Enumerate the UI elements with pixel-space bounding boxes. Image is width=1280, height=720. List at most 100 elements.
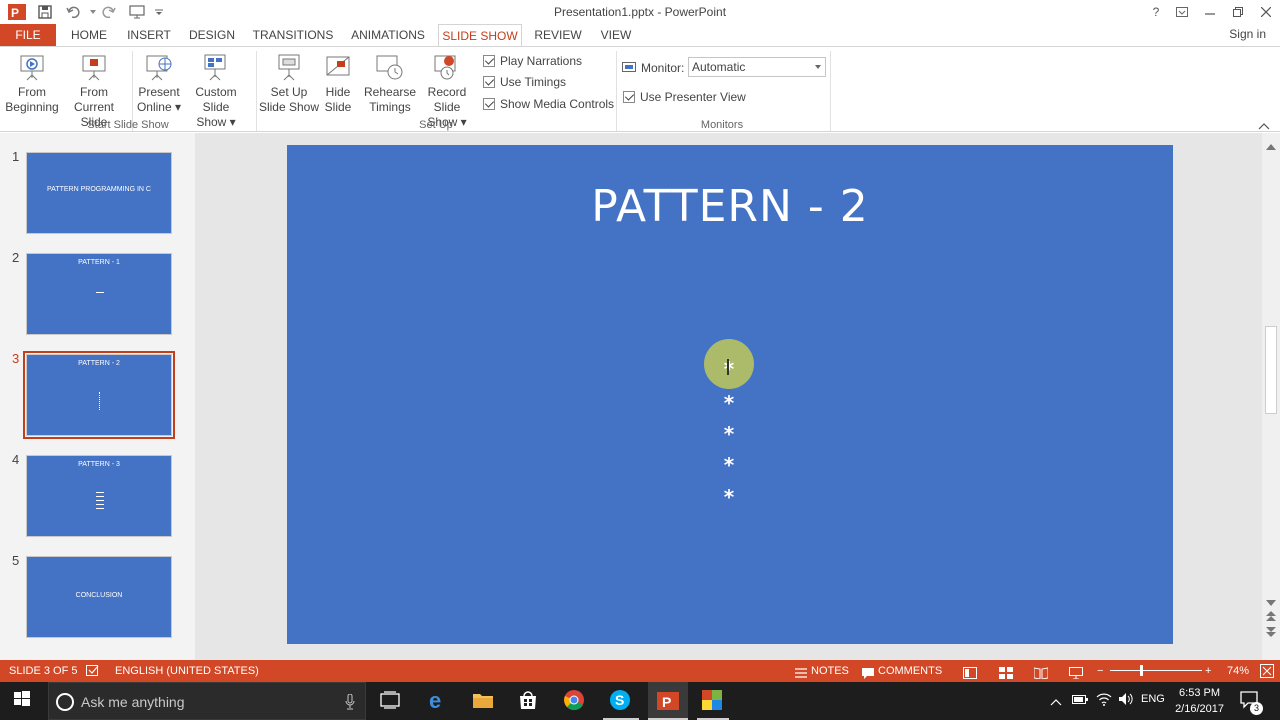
- tab-file[interactable]: FILE: [0, 24, 56, 46]
- monitor-label-row: Monitor:: [622, 59, 684, 77]
- pattern-star: *: [723, 391, 735, 415]
- monitor-dropdown[interactable]: Automatic: [688, 57, 826, 77]
- wifi-icon[interactable]: [1096, 692, 1112, 709]
- pattern-star: *: [723, 485, 735, 509]
- help-button[interactable]: ?: [1146, 3, 1166, 21]
- thumbnail-pattern-mark: [96, 292, 104, 293]
- cortana-search-box[interactable]: Ask me anything: [48, 682, 366, 720]
- current-slide[interactable]: PATTERN - 2 * * * * *: [287, 145, 1173, 644]
- present-online-line1: Present: [138, 85, 180, 99]
- show-media-controls-label: Show Media Controls: [500, 97, 615, 111]
- previous-slide-icon[interactable]: [1266, 610, 1276, 624]
- svg-text:e: e: [429, 689, 441, 711]
- minimize-icon[interactable]: [1200, 3, 1220, 21]
- group-separator: [616, 51, 617, 131]
- from-beginning-button[interactable]: From Beginning: [4, 53, 60, 115]
- edge-browser-icon[interactable]: e: [427, 688, 451, 713]
- set-up-slide-show-button[interactable]: Set Up Slide Show: [258, 53, 320, 115]
- notification-count-badge: 3: [1250, 702, 1263, 715]
- input-language-indicator[interactable]: ENG: [1141, 693, 1165, 705]
- zoom-slider-handle[interactable]: [1140, 665, 1143, 676]
- zoom-in-button[interactable]: +: [1205, 660, 1211, 682]
- use-timings-label: Use Timings: [500, 75, 567, 89]
- zoom-level[interactable]: 74%: [1227, 660, 1249, 682]
- rehearse-line2: Timings: [369, 100, 411, 114]
- hide-slide-line1: Hide: [325, 85, 351, 99]
- from-beginning-line2: Beginning: [5, 100, 59, 114]
- window-title: Presentation1.pptx - PowerPoint: [553, 5, 727, 19]
- text-cursor-icon: [727, 359, 729, 375]
- slide-thumbnail-4[interactable]: PATTERN - 3: [26, 455, 172, 537]
- present-online-button[interactable]: Present Online ▾: [134, 53, 184, 115]
- pattern-star: *: [723, 422, 735, 446]
- title-bar: P Presentation1.pptx - PowerPoint ?: [0, 0, 1280, 24]
- ribbon-display-options-icon[interactable]: [1172, 3, 1192, 21]
- tab-home[interactable]: HOME: [66, 24, 112, 46]
- thumbnail-title: PATTERN PROGRAMMING IN C: [47, 186, 151, 193]
- tab-review[interactable]: REVIEW: [532, 24, 584, 46]
- rehearse-timings-icon: [376, 55, 403, 80]
- group-label-start-slide-show: Start Slide Show: [87, 119, 169, 131]
- language-indicator[interactable]: ENGLISH (UNITED STATES): [115, 660, 259, 682]
- powerpoint-taskbar-button[interactable]: P: [648, 682, 688, 720]
- app-tile-icon[interactable]: [701, 689, 725, 713]
- slide-thumbnail-2[interactable]: PATTERN - 1: [26, 253, 172, 335]
- comments-button[interactable]: COMMENTS: [878, 660, 942, 682]
- checkbox-checked-icon: [483, 55, 495, 67]
- clock-date: 2/16/2017: [1175, 703, 1224, 715]
- zoom-slider-track[interactable]: [1110, 670, 1202, 671]
- collapse-ribbon-icon[interactable]: [1258, 119, 1270, 133]
- file-explorer-icon[interactable]: [472, 689, 496, 713]
- checkbox-checked-icon: [483, 98, 495, 110]
- checkbox-checked-icon: [623, 91, 635, 103]
- search-placeholder: Ask me anything: [81, 694, 185, 710]
- windows-start-icon[interactable]: [12, 689, 36, 713]
- notes-button[interactable]: NOTES: [811, 660, 849, 682]
- group-label-set-up: Set Up: [419, 119, 453, 131]
- rehearse-timings-button[interactable]: Rehearse Timings: [364, 53, 416, 115]
- play-narrations-checkbox[interactable]: Play Narrations: [483, 52, 582, 70]
- tab-view[interactable]: VIEW: [596, 24, 636, 46]
- microphone-icon[interactable]: [345, 694, 355, 710]
- use-timings-checkbox[interactable]: Use Timings: [483, 73, 566, 91]
- slide-thumbnail-5[interactable]: CONCLUSION: [26, 556, 172, 638]
- present-online-icon: [146, 55, 172, 81]
- use-presenter-view-checkbox[interactable]: Use Presenter View: [623, 88, 746, 106]
- monitor-label: Monitor:: [641, 61, 685, 75]
- close-icon[interactable]: [1256, 3, 1276, 21]
- scrollbar-thumb[interactable]: [1265, 326, 1277, 414]
- checkbox-checked-icon: [483, 76, 495, 88]
- skype-icon[interactable]: S: [609, 689, 633, 713]
- store-icon[interactable]: [517, 689, 541, 713]
- scroll-down-icon[interactable]: [1266, 595, 1276, 609]
- slide-thumbnail-3[interactable]: PATTERN - 2: [23, 351, 175, 439]
- play-narrations-label: Play Narrations: [500, 54, 583, 68]
- slide-title[interactable]: PATTERN - 2: [287, 181, 1173, 232]
- tab-transitions[interactable]: TRANSITIONS: [252, 24, 334, 46]
- setup-show-line2: Slide Show: [258, 100, 320, 114]
- vertical-scrollbar[interactable]: [1262, 133, 1280, 660]
- next-slide-icon[interactable]: [1266, 626, 1276, 640]
- battery-icon[interactable]: [1072, 693, 1088, 708]
- tab-design[interactable]: DESIGN: [186, 24, 238, 46]
- hide-slide-icon: [326, 56, 350, 76]
- tab-animations[interactable]: ANIMATIONS: [348, 24, 428, 46]
- slide-thumbnail-1[interactable]: PATTERN PROGRAMMING IN C: [26, 152, 172, 234]
- tab-slide-show[interactable]: SLIDE SHOW: [438, 24, 522, 46]
- show-hidden-icons-icon[interactable]: [1050, 695, 1062, 709]
- volume-icon[interactable]: [1118, 692, 1134, 709]
- system-clock[interactable]: 6:53 PM 2/16/2017: [1175, 685, 1224, 717]
- tab-insert[interactable]: INSERT: [124, 24, 174, 46]
- restore-icon[interactable]: [1228, 3, 1248, 21]
- hide-slide-button[interactable]: Hide Slide: [320, 53, 356, 115]
- task-view-icon[interactable]: [379, 689, 403, 713]
- powerpoint-icon: P: [657, 692, 679, 710]
- scroll-up-icon[interactable]: [1266, 139, 1276, 153]
- chrome-icon[interactable]: [563, 689, 587, 713]
- zoom-out-button[interactable]: −: [1097, 660, 1103, 682]
- sign-in-link[interactable]: Sign in: [1229, 27, 1266, 41]
- windows-taskbar: Ask me anything e S P ENG 6:53 PM 2/16/2…: [0, 682, 1280, 720]
- present-online-line2: Online ▾: [136, 100, 182, 114]
- show-media-controls-checkbox[interactable]: Show Media Controls: [483, 95, 614, 113]
- slide-thumbnails-pane: 1 PATTERN PROGRAMMING IN C 2 PATTERN - 1…: [0, 133, 195, 660]
